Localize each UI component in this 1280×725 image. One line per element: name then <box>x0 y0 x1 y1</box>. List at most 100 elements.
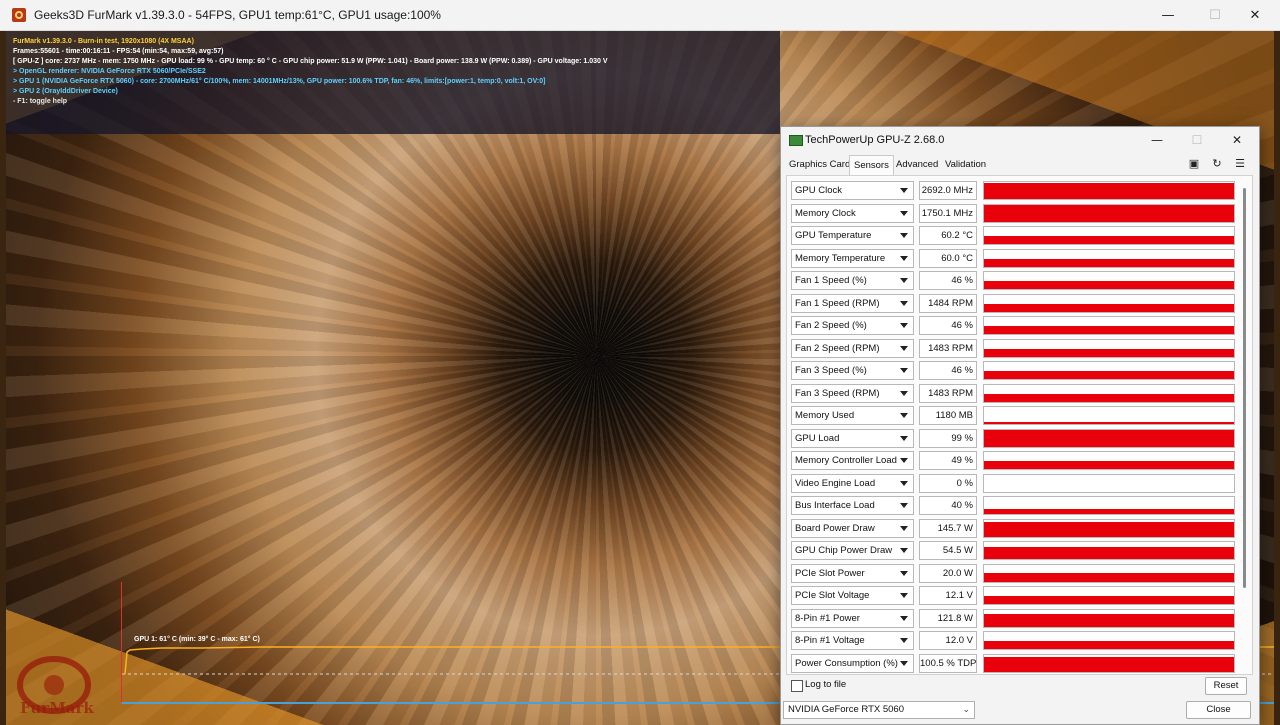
sensor-name: Memory Controller Load <box>795 455 897 466</box>
sensor-row: Fan 1 Speed (RPM) 1484 RPM <box>791 293 1237 313</box>
furmark-close-button[interactable]: ✕ <box>1232 0 1278 31</box>
sensor-graph-fill <box>984 281 1234 289</box>
sensor-name-dropdown[interactable]: Bus Interface Load <box>791 496 914 515</box>
sensor-graph <box>983 271 1235 290</box>
sensor-row: PCIe Slot Power 20.0 W <box>791 563 1237 583</box>
gpuz-minimize-button[interactable]: — <box>1137 127 1177 153</box>
sensor-graph <box>983 203 1235 223</box>
sensor-value: 1484 RPM <box>919 293 977 313</box>
sensor-value: 40 % <box>919 496 977 515</box>
sensor-name: Fan 2 Speed (RPM) <box>795 342 880 354</box>
sensor-row: Memory Controller Load 49 % <box>791 451 1237 470</box>
sensor-name-dropdown[interactable]: Fan 2 Speed (%) <box>791 316 914 335</box>
sensor-name-dropdown[interactable]: Fan 3 Speed (%) <box>791 361 914 380</box>
sensor-graph <box>983 428 1235 448</box>
sensor-graph-fill <box>984 182 1234 199</box>
sensor-graph <box>983 563 1235 583</box>
refresh-icon[interactable]: ↻ <box>1208 155 1226 173</box>
sensor-name-dropdown[interactable]: Fan 1 Speed (RPM) <box>791 293 914 313</box>
sensor-graph <box>983 451 1235 470</box>
sensor-graph-fill <box>984 205 1234 222</box>
osd-gpu1-line: > GPU 1 (NVIDIA GeForce RTX 5060) - core… <box>13 78 546 85</box>
gpuz-app-icon <box>789 135 803 146</box>
close-button[interactable]: Close <box>1186 701 1251 719</box>
sensor-name-dropdown[interactable]: GPU Load <box>791 428 914 448</box>
gpuz-window-title: TechPowerUp GPU-Z 2.68.0 <box>805 134 945 146</box>
dropdown-arrow-icon <box>900 390 908 396</box>
tab-sensors[interactable]: Sensors <box>849 155 894 176</box>
sensor-name-dropdown[interactable]: 8-Pin #1 Power <box>791 608 914 628</box>
sensor-value: 60.2 °C <box>919 226 977 245</box>
furmark-osd-panel: FurMark v1.39.3.0 - Burn-in test, 1920x1… <box>6 31 780 134</box>
sensor-name: Memory Temperature <box>795 252 886 264</box>
tab-graphics-card[interactable]: Graphics Card <box>785 155 854 175</box>
sensor-value: 100.5 % TDP <box>919 653 977 673</box>
sensor-name-dropdown[interactable]: Fan 2 Speed (RPM) <box>791 338 914 358</box>
dropdown-arrow-icon <box>900 210 908 216</box>
gpu-select-dropdown[interactable]: NVIDIA GeForce RTX 5060 ⌄ <box>783 701 975 719</box>
sensor-name-dropdown[interactable]: Memory Controller Load <box>791 451 914 470</box>
sensor-name-dropdown[interactable]: Board Power Draw <box>791 518 914 538</box>
log-to-file-checkbox[interactable] <box>791 680 803 692</box>
camera-icon[interactable]: ▣ <box>1185 155 1203 173</box>
osd-help-line: - F1: toggle help <box>13 98 68 105</box>
sensor-value: 46 % <box>919 271 977 290</box>
dropdown-arrow-icon <box>900 570 908 576</box>
sensor-name-dropdown[interactable]: Power Consumption (%) <box>791 653 914 673</box>
sensor-graph <box>983 473 1235 493</box>
tab-advanced[interactable]: Advanced <box>892 155 942 175</box>
sensor-name: Memory Clock <box>795 207 856 219</box>
gpuz-maximize-button[interactable]: ☐ <box>1177 127 1217 153</box>
sensor-value: 1750.1 MHz <box>919 203 977 223</box>
sensor-graph <box>983 541 1235 560</box>
furmark-logo-text: FurMark <box>20 699 94 717</box>
dropdown-arrow-icon <box>900 278 908 283</box>
furmark-titlebar: Geeks3D FurMark v1.39.3.0 - 54FPS, GPU1 … <box>0 0 1280 31</box>
sensor-graph <box>983 293 1235 313</box>
sensor-row: Memory Clock 1750.1 MHz <box>791 203 1237 223</box>
sensor-name-dropdown[interactable]: Fan 3 Speed (RPM) <box>791 383 914 403</box>
sensor-name-dropdown[interactable]: Memory Used <box>791 406 914 425</box>
sensor-name: 8-Pin #1 Power <box>795 612 860 624</box>
menu-icon[interactable]: ☰ <box>1231 155 1249 173</box>
sensor-value: 20.0 W <box>919 563 977 583</box>
sensor-name-dropdown[interactable]: Memory Clock <box>791 203 914 223</box>
sensor-name: Fan 1 Speed (%) <box>795 275 867 286</box>
sensor-name-dropdown[interactable]: 8-Pin #1 Voltage <box>791 631 914 650</box>
sensor-name-dropdown[interactable]: Fan 1 Speed (%) <box>791 271 914 290</box>
sensor-value: 99 % <box>919 428 977 448</box>
furmark-minimize-button[interactable]: — <box>1145 0 1191 31</box>
sensor-row: GPU Temperature 60.2 °C <box>791 226 1237 245</box>
sensor-graph <box>983 338 1235 358</box>
gpuz-window: TechPowerUp GPU-Z 2.68.0 — ☐ ✕ Graphics … <box>780 126 1260 725</box>
dropdown-arrow-icon <box>900 458 908 463</box>
sensor-name-dropdown[interactable]: GPU Chip Power Draw <box>791 541 914 560</box>
sensor-name-dropdown[interactable]: PCIe Slot Voltage <box>791 586 914 605</box>
sensor-name-dropdown[interactable]: Memory Temperature <box>791 248 914 268</box>
gpuz-close-window-button[interactable]: ✕ <box>1217 127 1257 153</box>
sensor-graph-fill <box>984 429 1234 447</box>
sensor-name-dropdown[interactable]: GPU Clock <box>791 181 914 200</box>
dropdown-arrow-icon <box>900 300 908 306</box>
sensor-graph-fill <box>984 348 1234 357</box>
reset-button[interactable]: Reset <box>1205 677 1247 695</box>
dropdown-arrow-icon <box>900 480 908 486</box>
sensor-graph-fill <box>984 421 1234 424</box>
sensor-graph-fill <box>984 236 1234 244</box>
sensor-graph-fill <box>984 326 1234 334</box>
sensor-row: Board Power Draw 145.7 W <box>791 518 1237 538</box>
sensor-name-dropdown[interactable]: Video Engine Load <box>791 473 914 493</box>
sensors-panel: GPU Clock 2692.0 MHz Memory Clock 1750.1 MH… <box>786 175 1253 675</box>
sensor-name-dropdown[interactable]: GPU Temperature <box>791 226 914 245</box>
sensor-value: 2692.0 MHz <box>919 181 977 200</box>
sensor-graph <box>983 361 1235 380</box>
sensor-graph-fill <box>984 303 1234 312</box>
dropdown-arrow-icon <box>900 188 908 193</box>
sensor-name: Video Engine Load <box>795 477 876 489</box>
sensors-scrollbar[interactable] <box>1243 188 1246 588</box>
sensor-graph <box>983 608 1235 628</box>
sensor-name: GPU Chip Power Draw <box>795 545 893 556</box>
sensor-name-dropdown[interactable]: PCIe Slot Power <box>791 563 914 583</box>
sensor-graph-fill <box>984 508 1234 514</box>
tab-validation[interactable]: Validation <box>941 155 990 175</box>
